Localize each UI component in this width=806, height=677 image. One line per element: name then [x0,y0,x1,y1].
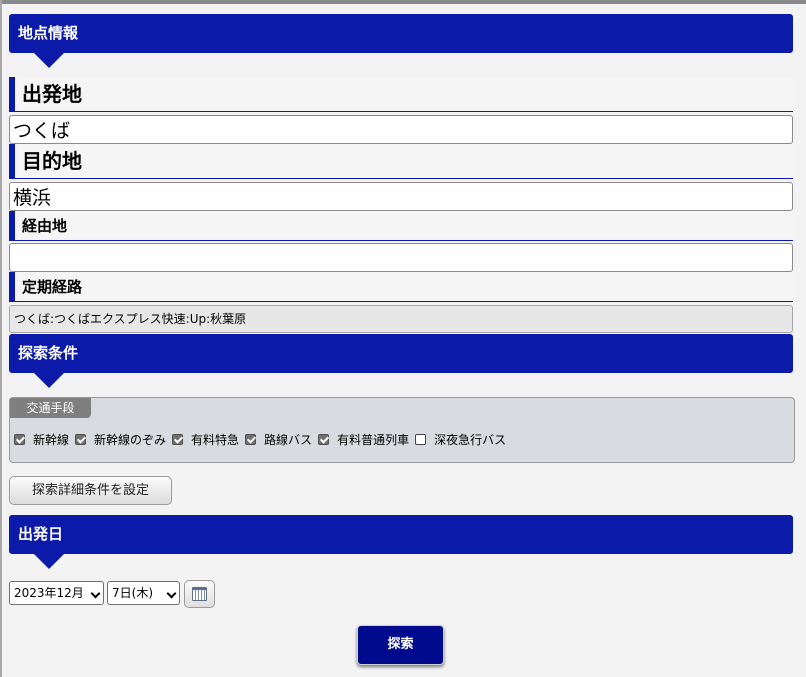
month-select-value: 2023年12月 [14,586,84,600]
limited-express-label: 有料特急 [191,433,240,447]
origin-label: 出発地 [9,77,793,112]
route-bus-label: 路線バス [264,433,313,447]
header-pointer [33,553,65,569]
calendar-button[interactable] [184,580,215,608]
chevron-down-icon [166,588,177,599]
paid-local-train-checkbox[interactable] [318,434,330,445]
chevron-down-icon [90,588,101,599]
window-top-border [0,0,806,4]
nozomi-label: 新幹線のぞみ [94,433,167,447]
route-bus-checkbox[interactable] [245,434,257,445]
search-button[interactable]: 探索 [357,625,444,665]
header-pointer [33,372,65,388]
conditions-section-header: 探索条件 [9,334,793,388]
commuter-route-label: 定期経路 [9,272,793,302]
day-select[interactable]: 7日(木) [107,581,180,605]
date-section-header: 出発日 [9,515,793,569]
location-section-title: 地点情報 [18,24,79,42]
date-section-title: 出発日 [18,525,64,543]
detail-conditions-button[interactable]: 探索詳細条件を設定 [9,476,172,505]
nozomi-checkbox[interactable] [75,434,87,445]
header-pointer [33,52,65,68]
late-night-bus-label: 深夜急行バス [434,433,507,447]
paid-local-train-label: 有料普通列車 [337,433,410,447]
via-input[interactable] [9,243,793,272]
transport-options-box: 交通手段 新幹線 新幹線のぞみ 有料特急 路線バス 有料普通列車 深夜急行バス [9,397,795,463]
commuter-route-field[interactable]: つくば:つくばエクスプレス快速:Up:秋葉原 [9,305,793,333]
shinkansen-label: 新幹線 [33,433,70,447]
limited-express-checkbox[interactable] [172,434,184,445]
via-label: 経由地 [9,211,793,241]
destination-label: 目的地 [9,144,793,179]
day-select-value: 7日(木) [112,586,153,600]
window-left-border [0,0,2,677]
shinkansen-checkbox[interactable] [14,434,25,445]
month-select[interactable]: 2023年12月 [9,581,104,605]
destination-input[interactable] [9,182,793,211]
late-night-bus-checkbox[interactable] [415,434,427,445]
transport-tab-label: 交通手段 [10,398,91,418]
transport-checkbox-row: 新幹線 新幹線のぞみ 有料特急 路線バス 有料普通列車 深夜急行バス [14,431,512,448]
calendar-icon [192,587,207,601]
origin-input[interactable] [9,115,793,144]
location-section-header: 地点情報 [9,14,793,68]
conditions-section-title: 探索条件 [18,344,79,362]
